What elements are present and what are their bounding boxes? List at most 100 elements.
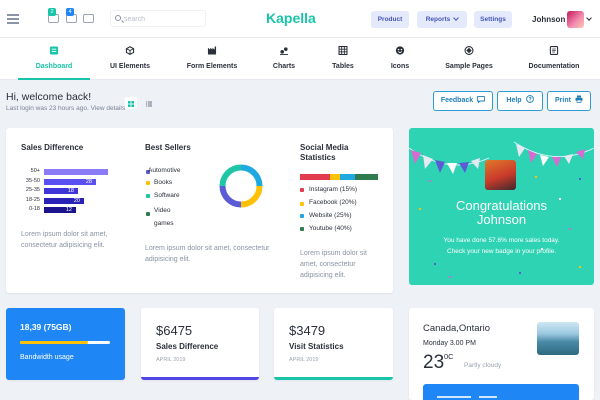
settings-button[interactable]: Settings	[474, 11, 512, 28]
weather-city: Canada,Ontario	[423, 323, 491, 334]
grid-icon	[128, 101, 134, 107]
chevron-down-icon	[453, 14, 460, 21]
legend-swatch	[146, 212, 150, 216]
search-icon	[115, 15, 121, 21]
legend-item: Youtube (40%)	[309, 225, 352, 232]
chat-icon[interactable]	[83, 14, 94, 23]
weather-image	[537, 322, 579, 355]
nav-label: UI Elements	[109, 63, 151, 70]
nav-label: Sample Pages	[445, 63, 493, 70]
bandwidth-card	[6, 308, 125, 380]
legend-item: Website (25%)	[309, 212, 352, 219]
bandwidth-value: 18,39 (75GB)	[20, 322, 72, 332]
sales-stat-value: $6475	[156, 323, 193, 338]
bar	[44, 169, 108, 175]
nav-form-elements[interactable]: Form Elements	[176, 38, 248, 80]
sales-stat-label: Sales Difference	[156, 342, 219, 351]
chat-bubble-icon	[477, 95, 485, 103]
menu-icon[interactable]	[7, 14, 19, 24]
bar: 20	[44, 197, 84, 204]
search-input[interactable]	[124, 13, 204, 25]
visits-stat-date: APRIL 2019	[289, 357, 319, 363]
social-bar-segment	[340, 174, 355, 180]
sales-difference-title: Sales Difference	[21, 143, 84, 152]
legend-item: Automotive	[148, 167, 181, 174]
social-media-text: Lorem ipsum dolor sit amet, consectetur …	[300, 250, 367, 279]
legend-swatch	[146, 194, 150, 198]
bar-label: 0-18	[28, 206, 40, 212]
list-icon	[146, 101, 152, 107]
bandwidth-label: Bandwidth usage	[20, 354, 74, 361]
feedback-button[interactable]: Feedback	[433, 91, 493, 111]
best-sellers-donut	[219, 164, 263, 208]
nav-charts[interactable]: Charts	[262, 38, 306, 80]
forecast-bar	[479, 396, 497, 398]
nav-label: Documentation	[528, 63, 580, 70]
help-button[interactable]: Help	[497, 91, 543, 111]
sales-stat-accent	[141, 377, 259, 380]
bandwidth-progress	[20, 341, 110, 344]
inbox-badge: 4	[66, 8, 74, 16]
best-sellers-text: Lorem ipsum dolor sit amet, consectetur …	[145, 245, 270, 263]
nav-ui-elements[interactable]: UI Elements	[96, 38, 164, 80]
congrats-title: Congratulations Johnson	[455, 198, 548, 227]
legend-item: Video games	[154, 207, 174, 227]
chart-icon	[279, 47, 289, 55]
cube-icon	[125, 46, 135, 55]
congratulations-card: Congratulations Johnson You have done 57.…	[409, 128, 594, 285]
layers-icon	[464, 46, 474, 55]
factory-icon	[207, 46, 217, 55]
nav-label: Charts	[272, 63, 296, 70]
visits-stat-accent	[274, 377, 393, 380]
top-bar: 2 4 Kapella Product Reports Settings Joh…	[0, 0, 600, 38]
username[interactable]: Johnson	[532, 15, 565, 24]
legend-item: Instagram (15%)	[309, 186, 358, 193]
main-nav: Dashboard UI Elements Form Elements Char…	[0, 38, 600, 80]
dashboard-icon	[49, 46, 59, 55]
brand-logo[interactable]: Kapella	[266, 10, 316, 26]
bar: 12	[44, 207, 76, 213]
document-icon	[549, 46, 559, 55]
sales-difference-text: Lorem ipsum dolor sit amet, consectetur …	[21, 231, 108, 249]
legend-swatch	[300, 202, 304, 206]
nav-label: Tables	[332, 63, 354, 70]
nav-tables[interactable]: Tables	[322, 38, 364, 80]
chevron-down-icon[interactable]	[586, 15, 592, 21]
legend-swatch	[300, 188, 304, 192]
nav-documentation[interactable]: Documentation	[520, 38, 588, 80]
view-details-link[interactable]: View details	[91, 105, 126, 112]
avatar[interactable]	[567, 11, 584, 28]
visits-stat-label: Visit Statistics	[289, 342, 344, 351]
nav-label: Icons	[390, 63, 410, 70]
forecast-bar	[437, 396, 471, 398]
print-button[interactable]: Print	[547, 91, 591, 111]
printer-icon	[575, 95, 583, 104]
profile-photo	[485, 160, 516, 190]
bandwidth-progress-fill	[20, 341, 88, 344]
nav-icons[interactable]: Icons	[380, 38, 420, 80]
product-button[interactable]: Product	[371, 11, 409, 28]
legend-swatch	[300, 227, 304, 231]
reports-dropdown[interactable]: Reports	[417, 11, 467, 28]
welcome-heading: Hi, welcome back!	[6, 91, 92, 103]
list-view-toggle[interactable]	[143, 97, 155, 109]
weather-forecast-panel	[423, 384, 579, 400]
grid-view-toggle[interactable]	[125, 97, 137, 109]
weather-day: Monday 3.00 PM	[423, 340, 476, 347]
nav-label: Form Elements	[186, 63, 238, 70]
clipboard-badge: 2	[48, 8, 56, 16]
bar-label: 35-50	[25, 177, 40, 184]
congrats-text: You have done 57.6% more sales today. Ch…	[443, 237, 560, 255]
nav-sample-pages[interactable]: Sample Pages	[436, 38, 502, 80]
nav-label: Dashboard	[35, 63, 73, 70]
smiley-icon	[395, 46, 405, 55]
weather-unit: 0C	[444, 352, 454, 361]
nav-dashboard[interactable]: Dashboard	[18, 38, 90, 80]
sales-stat-date: APRIL 2019	[156, 357, 186, 363]
bar: 28	[44, 178, 96, 185]
social-media-title: Social Media Statistics	[300, 143, 349, 162]
best-sellers-title: Best Sellers	[145, 143, 191, 152]
table-icon	[338, 46, 348, 55]
legend-item: Books	[154, 179, 173, 186]
social-bar-segment	[355, 174, 378, 180]
